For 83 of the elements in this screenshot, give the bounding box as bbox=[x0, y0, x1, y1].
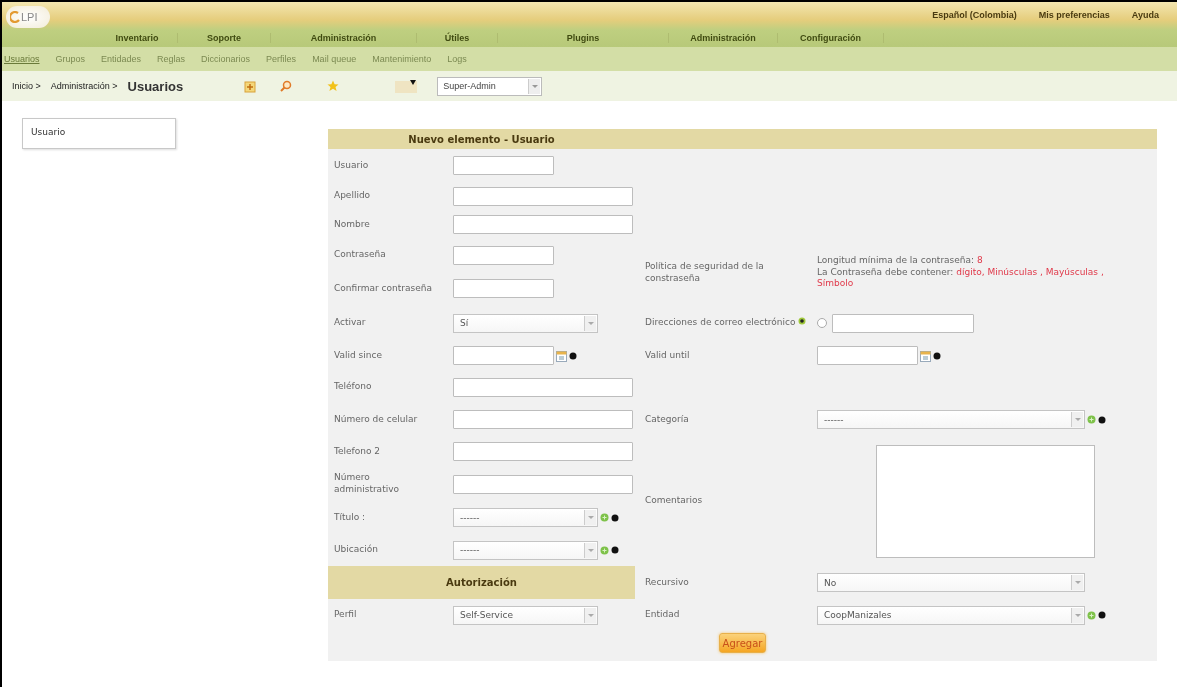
field-label: Activar bbox=[334, 317, 366, 329]
text-field[interactable] bbox=[453, 245, 554, 265]
breadcrumb-link[interactable]: Inicio > bbox=[12, 81, 41, 91]
dot-icon[interactable] bbox=[1098, 611, 1106, 619]
field-label: Recursivo bbox=[645, 576, 689, 589]
text-field[interactable] bbox=[453, 279, 554, 298]
search-icon[interactable] bbox=[279, 79, 294, 93]
sidebar-item[interactable]: Usuario bbox=[22, 118, 176, 149]
breadcrumb-link[interactable]: Administración > bbox=[50, 81, 118, 91]
section-header: Autorización bbox=[328, 566, 635, 599]
clear-icon[interactable] bbox=[569, 351, 577, 360]
text-field[interactable] bbox=[453, 410, 633, 429]
policy-text: La Contraseña debe contener: dígito, Minúsculas , Mayúsculas , Símbolo bbox=[817, 266, 1105, 291]
field-label: Valid until bbox=[645, 349, 690, 362]
menu-item[interactable]: Administración bbox=[669, 32, 778, 43]
caret-icon bbox=[528, 78, 541, 94]
top-link[interactable]: Ayuda bbox=[1131, 10, 1159, 20]
caret-icon bbox=[584, 607, 596, 623]
field-label: Perfil bbox=[334, 609, 357, 621]
add-icon[interactable] bbox=[798, 317, 807, 326]
dot-icon[interactable] bbox=[1098, 415, 1106, 424]
field-label: Número de celular bbox=[334, 413, 418, 426]
swirl-icon bbox=[10, 11, 20, 23]
field-label: Valid since bbox=[334, 349, 382, 362]
field-label: Entidad bbox=[645, 609, 680, 621]
text-field[interactable] bbox=[453, 442, 633, 461]
dropdown-field[interactable]: ------ bbox=[817, 410, 1085, 429]
text-field[interactable] bbox=[453, 377, 633, 397]
menu-item[interactable]: Administración bbox=[271, 32, 417, 43]
field-label: Confirmar contraseña bbox=[334, 282, 432, 295]
field-label: Política de seguridad de la constraseña bbox=[645, 260, 765, 285]
dropdown-field[interactable]: Sí bbox=[453, 313, 598, 333]
dropdown-field[interactable]: No bbox=[817, 573, 1085, 592]
email-field[interactable] bbox=[832, 313, 974, 333]
caret-icon bbox=[1071, 575, 1083, 590]
field-label: Usuario bbox=[334, 159, 369, 172]
text-field[interactable] bbox=[453, 186, 633, 206]
date-field[interactable] bbox=[817, 346, 918, 365]
field-label: Apellido bbox=[334, 190, 371, 202]
field-label: Nombre bbox=[334, 218, 370, 231]
field-label: Número administrativo bbox=[334, 472, 400, 496]
dropdown-field[interactable]: Self-Service bbox=[453, 605, 598, 625]
top-link[interactable]: Mis preferencias bbox=[1038, 10, 1110, 20]
date-field[interactable] bbox=[453, 346, 554, 365]
page-title: Usuarios bbox=[127, 78, 184, 94]
logo-text: LPI bbox=[21, 11, 38, 23]
caret-icon bbox=[1071, 607, 1083, 623]
field-label: Categoría bbox=[645, 413, 689, 426]
field-label: Comentarios bbox=[645, 495, 703, 507]
caret-icon bbox=[1071, 412, 1083, 427]
logo[interactable]: LPI bbox=[6, 6, 50, 28]
star-icon[interactable] bbox=[327, 80, 340, 92]
dot-icon[interactable] bbox=[611, 513, 619, 522]
text-field[interactable] bbox=[453, 156, 554, 175]
menu-item[interactable]: Plugins bbox=[498, 32, 669, 43]
menu-item[interactable]: Soporte bbox=[178, 32, 271, 43]
top-link[interactable]: Español (Colombia) bbox=[932, 10, 1017, 20]
dropdown-field[interactable]: ------ bbox=[453, 508, 598, 527]
policy-text: Longitud mínima de la contraseña: 8 bbox=[817, 254, 984, 267]
caret-icon bbox=[584, 315, 596, 331]
text-field[interactable] bbox=[453, 474, 633, 494]
field-label: Contraseña bbox=[334, 249, 386, 261]
caret-icon bbox=[584, 510, 596, 525]
section-header: Nuevo elemento - Usuario bbox=[328, 129, 635, 149]
radio-button[interactable] bbox=[817, 318, 827, 328]
submenu-item[interactable]: Usuarios bbox=[4, 54, 40, 64]
comments-field[interactable] bbox=[876, 444, 1095, 558]
menu-dropdown-icon[interactable] bbox=[395, 79, 418, 93]
caret-icon bbox=[584, 542, 596, 558]
menu-item[interactable]: Útiles bbox=[417, 32, 498, 43]
field-label: Direcciones de correo electrónico bbox=[645, 317, 807, 329]
dropdown-field[interactable]: CoopManizales bbox=[817, 605, 1085, 625]
field-label: Teléfono bbox=[334, 381, 372, 393]
menu-item[interactable]: Inventario bbox=[97, 32, 178, 43]
field-label: Ubicación bbox=[334, 544, 378, 556]
profile-dropdown[interactable]: Super-Admin bbox=[437, 76, 543, 96]
menu-item[interactable]: Configuración bbox=[778, 32, 884, 43]
dropdown-field[interactable]: ------ bbox=[453, 540, 598, 560]
clear-icon[interactable] bbox=[933, 351, 941, 360]
field-label: Título : bbox=[334, 511, 366, 524]
dot-icon[interactable] bbox=[611, 546, 619, 554]
text-field[interactable] bbox=[453, 215, 633, 234]
field-label: Telefono 2 bbox=[334, 445, 380, 458]
